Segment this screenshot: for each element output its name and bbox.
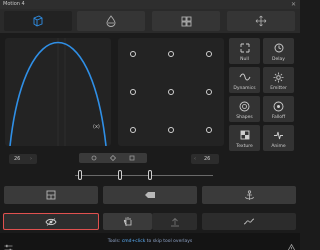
tool-label: Falloff [271,115,286,120]
view-mode-button[interactable] [3,213,99,230]
delay-icon [274,43,283,53]
grid-point[interactable] [130,89,136,95]
grid-point[interactable] [206,127,212,133]
left-value: 26 [14,156,21,162]
path-tool-button[interactable] [202,213,296,230]
path-icon [243,218,255,225]
slider-handle-left[interactable] [78,170,82,180]
tag-button[interactable] [103,186,197,204]
graph-axis-label: (x) [93,124,100,130]
tool-dynamics-button[interactable]: Dynamics [229,67,260,93]
point-grid-pad[interactable] [118,38,224,146]
grid-icon [181,16,191,26]
shape-options-icon [91,154,135,162]
window-title: Motion 4 [3,1,25,7]
slider-handle-middle[interactable] [118,170,122,180]
left-stepper-icon[interactable]: › [30,154,32,164]
emitter-icon [273,72,284,82]
tool-shapes-button[interactable]: Shapes [229,96,260,122]
falloff-icon [273,101,284,111]
eye-icon [45,217,57,226]
upload-tool-button[interactable] [152,213,197,230]
hint-prefix: Tools: [107,239,122,244]
tool-label: Texture [236,144,253,149]
hand-icon [123,217,131,226]
grid-point[interactable] [130,51,136,57]
dynamics-icon [239,73,250,81]
shape-selector[interactable] [79,153,147,163]
close-button[interactable]: ✕ [291,1,296,8]
hint-suffix: to skip tool overlays [145,239,193,244]
drop-icon [106,15,116,27]
frame-button[interactable] [4,186,98,204]
move-icon [255,15,267,27]
right-stepper-icon[interactable]: ‹ [194,154,196,164]
hint-key: cmd+click [121,239,146,244]
tag-icon [145,192,155,198]
tab-cube[interactable] [4,11,72,31]
grid-point[interactable] [206,89,212,95]
grid-point[interactable] [206,51,212,57]
footer-hint: Tools: cmd+click to skip tool overlays [0,238,300,245]
tool-label: Shapes [236,115,253,120]
tool-label: Null [240,57,249,62]
left-value-field[interactable]: 26 › [9,154,37,164]
anchor-icon [244,189,254,200]
shapes-icon [239,101,250,111]
title-bar [0,0,300,9]
tool-delay-button[interactable]: Delay [263,38,294,64]
tab-grid[interactable] [152,11,220,31]
range-slider-track[interactable] [75,175,213,176]
grid-point[interactable] [168,89,174,95]
upload-icon [170,217,179,226]
right-value-field[interactable]: ‹ 26 [191,154,219,164]
grid-point[interactable] [130,127,136,133]
tool-label: Dynamics [233,86,256,91]
tool-emitter-button[interactable]: Emitter [263,67,294,93]
grid-point[interactable] [168,127,174,133]
cube-icon [33,15,43,27]
texture-icon [240,130,249,140]
tool-label: Delay [272,57,285,62]
null-icon [240,43,249,53]
tool-texture-button[interactable]: Texture [229,125,260,151]
hand-tool-button[interactable] [103,213,152,230]
tab-drop[interactable] [77,11,145,31]
curve-graph[interactable]: (x) [5,38,111,146]
slider-handle-right[interactable] [148,170,152,180]
tool-null-button[interactable]: Null [229,38,260,64]
tool-label: Emitter [270,86,287,91]
anchor-button[interactable] [202,186,296,204]
anime-icon [274,131,283,139]
frame-icon [46,190,56,200]
warning-icon[interactable] [287,237,296,250]
tool-anime-button[interactable]: Anime [263,125,294,151]
tab-move[interactable] [227,11,295,31]
right-value: 26 [204,156,211,162]
tool-label: Anime [271,144,286,149]
grid-point[interactable] [168,51,174,57]
tool-falloff-button[interactable]: Falloff [263,96,294,122]
